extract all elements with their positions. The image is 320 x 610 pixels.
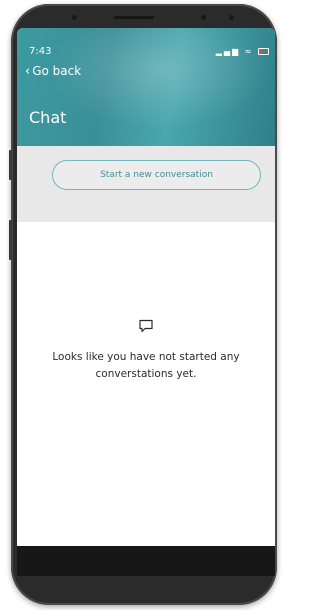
navigation-bar — [17, 546, 275, 576]
wifi-icon: ≈ — [244, 47, 254, 56]
battery-icon — [258, 48, 269, 55]
page-title: Chat — [29, 108, 67, 127]
sensor-dot — [229, 15, 234, 20]
app-header: 7:43 ▂▄▆ ≈ ‹ Go back Chat — [17, 28, 275, 146]
app-screen: 7:43 ▂▄▆ ≈ ‹ Go back Chat Start a new con… — [17, 28, 275, 546]
volume-button — [9, 150, 12, 180]
back-label: Go back — [32, 64, 82, 78]
status-icons: ▂▄▆ ≈ — [216, 47, 269, 56]
back-button[interactable]: ‹ Go back — [25, 64, 81, 79]
power-button — [9, 220, 12, 260]
empty-state: Looks like you have not started any conv… — [17, 318, 275, 383]
speaker-grille — [114, 16, 154, 19]
chevron-left-icon: ‹ — [25, 64, 31, 79]
camera-dot — [201, 15, 206, 20]
empty-state-message: Looks like you have not started any conv… — [52, 351, 240, 380]
chat-bubble-icon — [139, 319, 153, 333]
sensor-dot — [72, 15, 77, 20]
signal-icon: ▂▄▆ — [215, 47, 241, 56]
start-new-conversation-button[interactable]: Start a new conversation — [52, 160, 261, 190]
status-time: 7:43 — [29, 46, 52, 57]
